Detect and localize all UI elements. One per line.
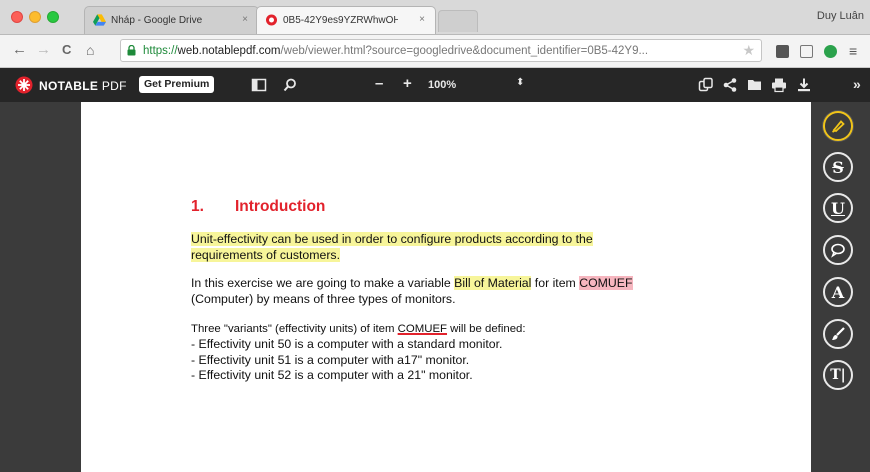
pdf-page[interactable]: 1. Introduction Unit-effectivity can be u… [81, 102, 811, 472]
paragraph-highlighted[interactable]: Unit-effectivity can be used in order to… [191, 232, 593, 263]
close-window-button[interactable] [11, 11, 23, 23]
pdf-viewer: 1. Introduction Unit-effectivity can be u… [0, 102, 870, 472]
notable-toolbar: NOTABLE PDF Get Premium – + 100% ⬍ » [0, 68, 870, 102]
home-button[interactable]: ⌂ [86, 41, 94, 59]
underline-icon: U [831, 198, 845, 218]
textbox-tool[interactable]: T| [823, 360, 853, 390]
close-tab-icon[interactable]: × [242, 14, 248, 25]
forward-button[interactable]: → [36, 41, 51, 59]
heading-number: 1. [191, 198, 204, 215]
underline-comuef[interactable]: COMUEF [398, 323, 447, 335]
sidebar-toggle-icon[interactable] [251, 77, 267, 93]
annotation-tool-rail: S U A T| [815, 102, 870, 472]
zoom-in-button[interactable]: + [403, 76, 412, 92]
bullet-list: - Effectivity unit 50 is a computer with… [191, 337, 502, 384]
google-drive-icon [93, 14, 106, 26]
para2-text-b: for item [531, 276, 580, 290]
tab-title: 0B5-42Y9es9YZRWhwOHc [283, 15, 398, 26]
open-folder-icon[interactable] [747, 77, 763, 93]
url-text: https://web.notablepdf.com/web/viewer.ht… [143, 45, 648, 57]
strikethrough-tool[interactable]: S [823, 152, 853, 182]
text-a-icon: A [831, 282, 845, 302]
extension-icon[interactable] [776, 45, 789, 58]
para2-text-a: In this exercise we are going to make a … [191, 276, 455, 290]
comment-bubble-icon [831, 243, 845, 258]
url-path: /web/viewer.html?source=googledrive&docu… [280, 45, 649, 57]
text-tool[interactable]: A [823, 277, 853, 307]
back-button[interactable]: ← [12, 41, 27, 59]
address-bar[interactable]: https://web.notablepdf.com/web/viewer.ht… [120, 39, 762, 62]
tab-title: Nháp - Google Drive [111, 15, 203, 26]
para2-line-2: (Computer) by means of three types of mo… [191, 291, 456, 306]
heading-text: Introduction [235, 198, 326, 215]
zoom-out-button[interactable]: – [375, 76, 383, 92]
profile-name[interactable]: Duy Luân [817, 10, 864, 22]
highlighter-tool[interactable] [823, 111, 853, 141]
underline-tool[interactable]: U [823, 193, 853, 223]
browser-toolbar: ← → C ⌂ https://web.notablepdf.com/web/v… [0, 35, 870, 68]
list-item: - Effectivity unit 50 is a computer with… [191, 337, 503, 351]
browser-tab-strip: Nháp - Google Drive × 0B5-42Y9es9YZRWhwO… [0, 0, 870, 35]
notable-logo-text: NOTABLE PDF [39, 79, 127, 93]
browser-menu-icon[interactable]: ≡ [849, 42, 857, 60]
maximize-window-button[interactable] [47, 11, 59, 23]
extension-green-icon[interactable] [824, 45, 837, 58]
textbox-icon: T| [830, 367, 846, 383]
brush-icon [832, 327, 845, 340]
zoom-level[interactable]: 100% [428, 79, 456, 91]
paragraph-exercise: In this exercise we are going to make a … [191, 276, 633, 307]
close-tab-icon[interactable]: × [419, 14, 425, 25]
tab-notable-pdf[interactable]: 0B5-42Y9es9YZRWhwOHc × [256, 6, 436, 34]
zoom-dropdown-icon[interactable]: ⬍ [516, 77, 524, 88]
copy-icon[interactable] [698, 77, 714, 93]
highlight-comuef[interactable]: COMUEF [579, 276, 633, 290]
bookmark-star-icon[interactable]: ★ [742, 42, 755, 59]
strikethrough-icon: S [832, 157, 844, 177]
highlight-bill-of-material[interactable]: Bill of Material [454, 276, 532, 290]
search-icon[interactable] [282, 77, 298, 93]
new-tab-button[interactable] [438, 10, 478, 32]
highlight-line-2[interactable]: requirements of customers. [191, 247, 340, 262]
tab-google-drive[interactable]: Nháp - Google Drive × [84, 6, 259, 34]
notable-favicon-icon [266, 14, 277, 26]
get-premium-button[interactable]: Get Premium [139, 76, 215, 93]
minimize-window-button[interactable] [29, 11, 41, 23]
highlighter-icon [832, 120, 845, 133]
print-icon[interactable] [771, 77, 787, 93]
draw-tool[interactable] [823, 319, 853, 349]
logo-light: PDF [98, 79, 127, 93]
highlight-line-1[interactable]: Unit-effectivity can be used in order to… [191, 232, 593, 246]
paragraph-variants: Three "variants" (effectivity units) of … [191, 323, 526, 337]
lock-icon [127, 45, 136, 56]
notable-logo-icon [15, 76, 33, 94]
list-item: - Effectivity unit 51 is a computer with… [191, 352, 470, 367]
list-item: - Effectivity unit 52 is a computer with… [191, 368, 473, 382]
logo-bold: NOTABLE [39, 79, 99, 93]
share-icon[interactable] [722, 77, 738, 93]
para3-text-b: will be defined: [447, 323, 526, 335]
comment-tool[interactable] [823, 235, 853, 265]
url-protocol: https:// [143, 45, 178, 57]
reload-button[interactable]: C [62, 41, 71, 59]
para3-text-a: Three "variants" (effectivity units) of … [191, 323, 398, 335]
download-icon[interactable] [796, 77, 812, 93]
cast-icon[interactable] [800, 45, 813, 58]
more-tools-button[interactable]: » [853, 76, 861, 92]
section-heading: 1. Introduction [191, 198, 325, 216]
url-host: web.notablepdf.com [177, 45, 281, 57]
